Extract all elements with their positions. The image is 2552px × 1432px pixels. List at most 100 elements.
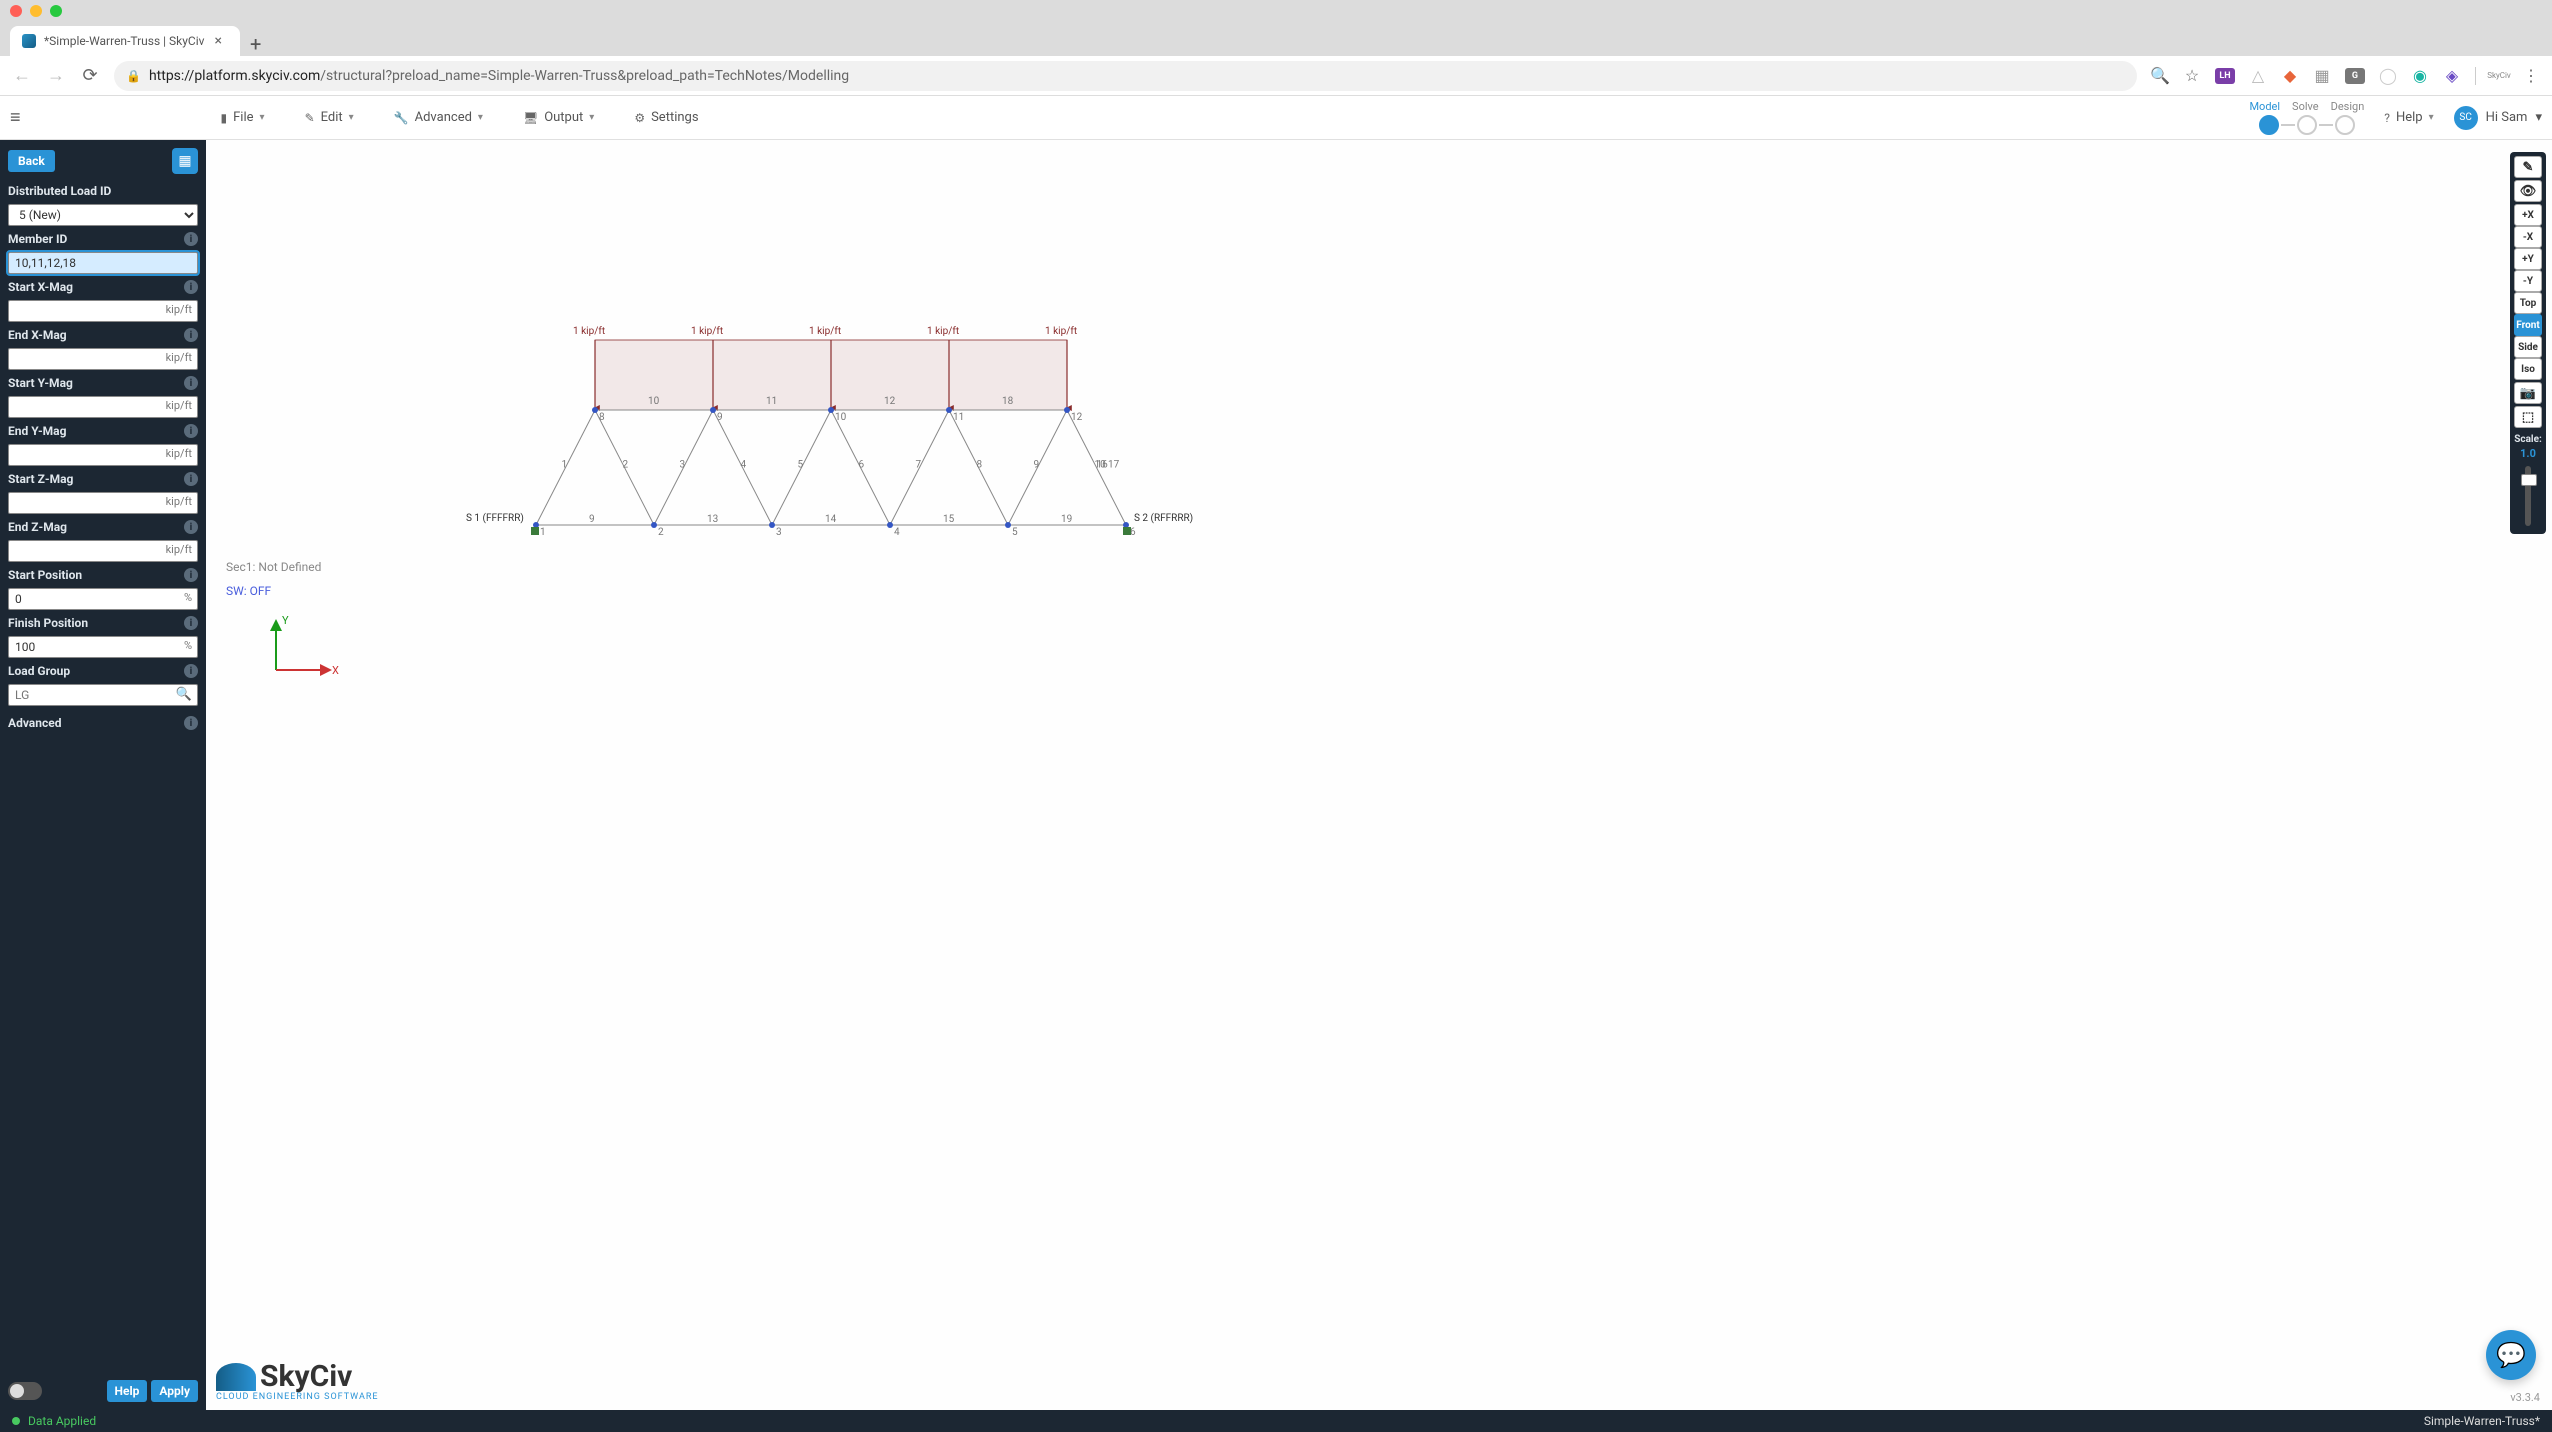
svg-text:7: 7 xyxy=(916,460,922,471)
svg-text:1 kip/ft: 1 kip/ft xyxy=(1045,325,1077,337)
svg-text:3: 3 xyxy=(776,527,782,538)
workflow-model-label[interactable]: Model xyxy=(2249,100,2280,113)
start-pos-input[interactable] xyxy=(8,588,198,610)
browser-tab[interactable]: *Simple-Warren-Truss | SkyCiv × xyxy=(10,26,240,56)
view-front-button[interactable]: Front xyxy=(2514,314,2542,336)
info-icon[interactable]: i xyxy=(184,568,198,582)
status-filename: Simple-Warren-Truss* xyxy=(2424,1414,2540,1428)
avatar: SC xyxy=(2454,106,2478,130)
bookmark-icon[interactable]: ☆ xyxy=(2183,67,2201,85)
finish-pos-input[interactable] xyxy=(8,636,198,658)
info-icon[interactable]: i xyxy=(184,664,198,678)
browser-menu-icon[interactable]: ⋮ xyxy=(2522,67,2540,85)
info-icon[interactable]: i xyxy=(184,328,198,342)
ext-circle-icon[interactable]: ◯ xyxy=(2379,67,2397,85)
nav-reload-icon[interactable]: ⟳ xyxy=(80,65,100,86)
menu-advanced[interactable]: 🔧Advanced▾ xyxy=(394,110,483,125)
load-group-input[interactable] xyxy=(8,684,198,706)
window-maximize-icon[interactable] xyxy=(50,5,62,17)
label-eym: End Y-Magi xyxy=(8,424,198,438)
dl-id-select[interactable]: 5 (New) xyxy=(8,204,198,226)
info-icon[interactable]: i xyxy=(184,232,198,246)
cube-button[interactable]: ⬚ xyxy=(2514,406,2542,428)
nav-back-icon[interactable]: ← xyxy=(12,65,32,86)
workflow-design-label[interactable]: Design xyxy=(2331,100,2365,113)
workflow-step-solve[interactable] xyxy=(2297,115,2317,135)
info-icon[interactable]: i xyxy=(184,472,198,486)
view-top-button[interactable]: Top xyxy=(2514,292,2542,314)
lock-icon: 🔒 xyxy=(126,69,141,83)
info-icon[interactable]: i xyxy=(184,616,198,630)
camera-button[interactable]: 📷 xyxy=(2514,382,2542,404)
ext-puzzle-icon[interactable]: ◆ xyxy=(2281,67,2299,85)
apply-button[interactable]: Apply xyxy=(151,1380,198,1402)
svg-text:19: 19 xyxy=(1061,514,1072,525)
url-input[interactable]: 🔒 https://platform.skyciv.com/structural… xyxy=(114,61,2137,91)
nav-forward-icon[interactable]: → xyxy=(46,65,66,86)
ext-calendar-icon[interactable]: ▦ xyxy=(2313,67,2331,85)
svg-text:6: 6 xyxy=(859,460,865,471)
back-button[interactable]: Back xyxy=(8,150,55,172)
ext-lh-icon[interactable]: LH xyxy=(2215,68,2235,84)
menu-settings[interactable]: ⚙Settings xyxy=(634,110,698,125)
svg-text:1: 1 xyxy=(540,527,546,538)
svg-text:15: 15 xyxy=(943,514,955,525)
ext-drive-icon[interactable]: △ xyxy=(2249,67,2267,85)
browser-tabstrip: *Simple-Warren-Truss | SkyCiv × + xyxy=(0,22,2552,56)
menu-output-label: Output xyxy=(544,110,583,125)
view-minus-x-button[interactable]: -X xyxy=(2514,226,2542,248)
menu-output[interactable]: 🖥Output▾ xyxy=(523,110,594,125)
ext-skyciv-icon[interactable]: SkyCiv xyxy=(2490,67,2508,85)
datasheet-button[interactable]: ▦ xyxy=(172,148,198,174)
tab-close-icon[interactable]: × xyxy=(214,33,221,49)
view-side-button[interactable]: Side xyxy=(2514,336,2542,358)
pencil-icon: ✎ xyxy=(305,111,315,125)
member-id-input[interactable] xyxy=(8,252,198,274)
status-dot-icon xyxy=(12,1417,20,1425)
caret-icon: ▾ xyxy=(260,112,265,123)
menu-edit[interactable]: ✎Edit▾ xyxy=(305,110,354,125)
unit-label: kip/ft xyxy=(164,351,194,364)
new-tab-button[interactable]: + xyxy=(250,32,261,56)
view-minus-y-button[interactable]: -Y xyxy=(2514,270,2542,292)
workflow-step-model[interactable] xyxy=(2259,115,2279,135)
help-button[interactable]: Help xyxy=(107,1380,148,1402)
view-plusminus-y-button[interactable]: +Y xyxy=(2514,248,2542,270)
info-icon[interactable]: i xyxy=(184,520,198,534)
workflow-solve-label[interactable]: Solve xyxy=(2292,100,2319,113)
view-toolbar: ✎ 👁 +X-X+Y-YTopFrontSideIso 📷 ⬚ Scale: 1… xyxy=(2510,152,2546,534)
workflow-step-design[interactable] xyxy=(2335,115,2355,135)
window-close-icon[interactable] xyxy=(10,5,22,17)
hamburger-icon[interactable]: ≡ xyxy=(10,107,21,128)
info-icon[interactable]: i xyxy=(184,376,198,390)
ext-shield-icon[interactable]: ◉ xyxy=(2411,67,2429,85)
menu-settings-label: Settings xyxy=(651,110,698,125)
url-path: /structural?preload_name=Simple-Warren-T… xyxy=(320,68,849,84)
ext-g-icon[interactable]: G xyxy=(2345,68,2365,84)
menu-file-label: File xyxy=(233,110,253,125)
svg-text:8: 8 xyxy=(977,460,983,471)
search-icon[interactable]: 🔍 xyxy=(174,687,194,702)
view-plusminus-x-button[interactable]: +X xyxy=(2514,204,2542,226)
ext-diamond-icon[interactable]: ◈ xyxy=(2443,67,2461,85)
file-icon: ▮ xyxy=(221,111,228,125)
window-minimize-icon[interactable] xyxy=(30,5,42,17)
scale-slider[interactable] xyxy=(2525,466,2531,526)
pencil-tool-button[interactable]: ✎ xyxy=(2514,156,2542,178)
info-icon[interactable]: i xyxy=(184,280,198,294)
user-menu[interactable]: SC Hi Sam ▾ xyxy=(2454,106,2542,130)
info-icon[interactable]: i xyxy=(184,716,198,730)
help-menu[interactable]: ?Help▾ xyxy=(2384,110,2433,125)
menu-file[interactable]: ▮ File ▾ xyxy=(221,110,265,125)
svg-text:13: 13 xyxy=(707,514,718,525)
model-canvas[interactable]: 1 kip/ft1 kip/ft1 kip/ft1 kip/ft1 kip/ft… xyxy=(206,140,2552,1410)
chat-fab[interactable]: 💬 xyxy=(2486,1330,2536,1380)
svg-text:2: 2 xyxy=(623,460,629,471)
label-exm: End X-Magi xyxy=(8,328,198,342)
info-icon[interactable]: i xyxy=(184,424,198,438)
caret-icon: ▾ xyxy=(589,112,594,123)
search-icon[interactable]: 🔍 xyxy=(2151,67,2169,85)
advanced-toggle[interactable] xyxy=(8,1382,42,1400)
view-iso-button[interactable]: Iso xyxy=(2514,358,2542,380)
visibility-button[interactable]: 👁 xyxy=(2514,180,2542,202)
